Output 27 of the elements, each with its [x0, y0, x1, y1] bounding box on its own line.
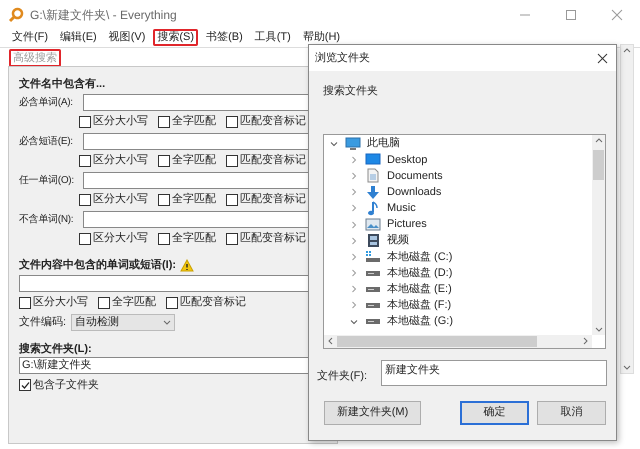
checkbox-label: 匹配变音标记 — [240, 114, 306, 130]
dialog-prompt: 搜索文件夹 — [323, 84, 379, 99]
checkbox-label: 区分大小写 — [93, 153, 148, 168]
checkbox-label: 区分大小写 — [33, 295, 88, 310]
checkbox-label: 区分大小写 — [93, 231, 148, 246]
checkbox-label: 全字匹配 — [172, 152, 216, 168]
checkbox-label: 全字匹配 — [172, 114, 216, 130]
field-label: 必含单词(A): — [19, 96, 74, 110]
field-label: 任一单词(O): — [19, 174, 75, 188]
checkbox-label: 区分大小写 — [93, 192, 148, 208]
checkbox-label: 匹配变音标记 — [180, 294, 246, 310]
checkbox-label: 全字匹配 — [172, 230, 216, 246]
checkbox-label: 匹配变音标记 — [240, 152, 306, 168]
checkbox-label: 匹配变音标记 — [240, 230, 306, 246]
field-label: 不含单词(N): — [19, 212, 74, 226]
checkbox-label: 全字匹配 — [172, 192, 216, 208]
checkbox-label: 包含子文件夹 — [33, 378, 99, 393]
section-heading: 搜索文件夹(L): — [19, 342, 93, 357]
field-label: 必含短语(E): — [19, 134, 74, 148]
checkbox-label: 区分大小写 — [93, 114, 148, 130]
checkbox-label: 全字匹配 — [112, 294, 156, 310]
field-label: 文件编码: — [19, 314, 66, 330]
window-title: G:\新建文件夹\ - Everything — [30, 7, 177, 24]
checkbox-label: 匹配变音标记 — [240, 192, 306, 208]
dialog-title: 浏览文件夹 — [315, 50, 370, 66]
section-heading: 文件名中包含有... — [19, 76, 106, 92]
section-heading: 文件内容中包含的单词或短语(I): — [19, 258, 176, 273]
